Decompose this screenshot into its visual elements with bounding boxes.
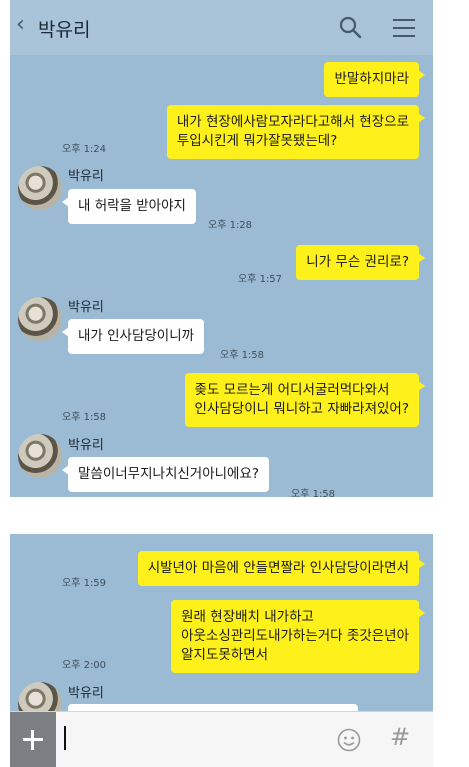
emoji-icon[interactable]: [337, 728, 361, 752]
sender-name: 박유리: [68, 300, 104, 315]
text-cursor: [64, 726, 66, 750]
menu-icon[interactable]: [392, 17, 416, 39]
message-time: 오후 1:58: [291, 489, 336, 497]
message-line: 내가 인사담당이니까: [78, 328, 195, 344]
message-line: 니가 무슨 권리로?: [306, 254, 409, 270]
sender-name: 박유리: [68, 686, 104, 701]
sent-message[interactable]: 좆도 모르는게 어디서굴러먹다와서 인사담당이니 뭐니하고 자빠라져있어?: [184, 373, 426, 427]
message-line: 원래 현장배치 내가하고: [181, 609, 314, 625]
message-line: 시발년아 마음에 안들면짤라 인사담당이라면서: [147, 560, 409, 576]
avatar[interactable]: [18, 434, 62, 478]
sent-message[interactable]: 니가 무슨 권리로?: [296, 245, 425, 280]
message-line: 내 허락을 받아야지: [78, 198, 186, 214]
message-line: 알지도못하면서: [181, 647, 269, 663]
message-line: 투입시킨게 뭐가잘못됐는데?: [176, 133, 338, 149]
sent-message[interactable]: 내가 현장에사람모자라다고해서 현장으로 투입시킨게 뭐가잘못됐는데?: [166, 105, 426, 159]
chat-title: 박유리: [38, 19, 91, 41]
input-bar: #: [10, 711, 433, 767]
message-time: 오후 1:58: [62, 412, 107, 423]
search-icon[interactable]: [338, 15, 362, 39]
back-icon[interactable]: ‹: [16, 12, 25, 37]
chat-screen-top: ‹ 박유리 반말하지마라 오후 1:24 내가 현장에사람모자라다고해서 현장으…: [10, 0, 433, 497]
message-line: 인사담당이니 뭐니하고 자빠라져있어?: [194, 401, 409, 417]
message-time: 오후 1:57: [238, 274, 283, 285]
received-message[interactable]: 내가 인사담당이니까: [61, 319, 205, 354]
message-line: 반말하지마라: [334, 71, 409, 87]
message-time: 오후 1:24: [62, 144, 107, 155]
plus-icon[interactable]: [10, 712, 56, 767]
received-message[interactable]: 말씀이너무지나치신거아니에요?: [61, 457, 270, 492]
sender-name: 박유리: [68, 438, 104, 453]
message-time: 오후 1:28: [208, 220, 253, 231]
received-message[interactable]: 내 허락을 받아야지: [62, 189, 196, 224]
message-time: 오후 1:58: [220, 350, 265, 361]
avatar[interactable]: [18, 166, 62, 210]
chat-screen-bottom: 오후 1:59 시발년아 마음에 안들면짤라 인사담당이라면서 오후 2:00 …: [10, 534, 433, 767]
sender-name: 박유리: [68, 169, 104, 184]
sent-message[interactable]: 원래 현장배치 내가하고 아웃소싱관리도내가하는거다 좃갓은년아 알지도못하면서: [171, 600, 425, 673]
message-line: 좆도 모르는게 어디서굴러먹다와서: [194, 382, 390, 398]
sent-message[interactable]: 시발년아 마음에 안들면짤라 인사담당이라면서: [137, 551, 426, 586]
hashtag-icon[interactable]: #: [390, 723, 410, 751]
message-line: 말씀이너무지나치신거아니에요?: [78, 466, 260, 482]
sent-message[interactable]: 반말하지마라: [324, 62, 425, 97]
avatar[interactable]: [18, 297, 62, 341]
chat-header: ‹ 박유리: [10, 0, 433, 55]
message-input[interactable]: [62, 718, 332, 762]
message-time: 오후 1:59: [62, 578, 107, 589]
message-line: 아웃소싱관리도내가하는거다 좃갓은년아: [181, 628, 409, 644]
message-line: 내가 현장에사람모자라다고해서 현장으로: [176, 114, 409, 130]
message-time: 오후 2:00: [62, 660, 107, 671]
